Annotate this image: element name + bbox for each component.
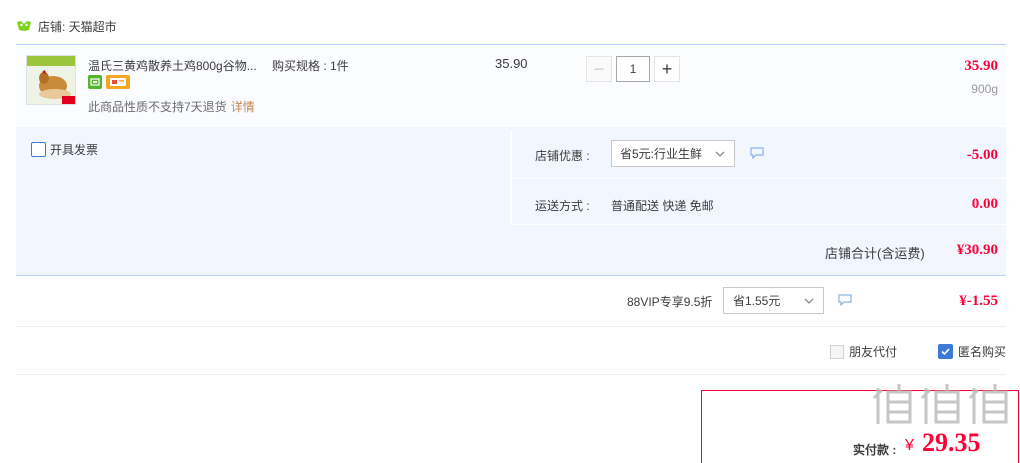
row-divider <box>512 224 1006 225</box>
item-weight: 900g <box>971 82 998 96</box>
quantity-stepper: − 1 + <box>586 56 680 82</box>
tmall-store-icon <box>16 20 32 32</box>
chevron-down-icon <box>804 298 814 304</box>
details-link[interactable]: 详情 <box>231 100 255 114</box>
vip-discount-row <box>16 277 1006 327</box>
item-spec: 购买规格 : 1件 <box>272 59 349 73</box>
card-badge-icon <box>106 75 130 89</box>
check-icon <box>941 348 950 356</box>
site-watermark-logo <box>870 380 1020 460</box>
invoice-checkbox[interactable] <box>31 142 46 157</box>
vip-discount-value: 省1.55元 <box>733 294 781 308</box>
store-header: 店铺: 天猫超市 <box>16 14 117 38</box>
anonymous-label: 匿名购买 <box>958 345 1007 359</box>
product-thumbnail[interactable] <box>26 55 76 105</box>
invoice-label: 开具发票 <box>50 143 99 157</box>
store-coupon-select[interactable]: 省5元:行业生鲜 <box>611 140 735 167</box>
store-coupon-value: 省5元:行业生鲜 <box>620 147 703 161</box>
item-badges <box>88 75 130 89</box>
friend-pay-checkbox[interactable] <box>830 344 844 359</box>
shipping-label: 运送方式 : <box>535 199 590 213</box>
vip-discount-amount: ¥-1.55 <box>959 293 998 309</box>
panel-divider <box>510 130 512 224</box>
friend-pay-option[interactable]: 朋友代付 <box>830 343 897 360</box>
item-subtotal: 35.90 <box>964 58 998 74</box>
quantity-input[interactable]: 1 <box>616 56 650 82</box>
store-total-label: 店铺合计(含运费) <box>825 246 925 261</box>
item-title[interactable]: 温氏三黄鸡散养土鸡800g谷物... <box>88 57 257 74</box>
store-total-amount: ¥30.90 <box>956 242 998 258</box>
service-badge-icon <box>88 75 102 89</box>
store-name[interactable]: 店铺: 天猫超市 <box>38 18 117 35</box>
chevron-down-icon <box>715 151 725 157</box>
row-divider <box>512 178 1006 179</box>
vip-label: 88VIP专享9.5折 <box>627 295 713 309</box>
increase-quantity-button[interactable]: + <box>654 56 680 82</box>
anonymous-purchase-option[interactable]: 匿名购买 <box>938 343 1006 360</box>
store-coupon-amount: -5.00 <box>966 147 998 163</box>
vip-discount-select[interactable]: 省1.55元 <box>723 287 824 314</box>
shipping-fee: 0.00 <box>971 196 998 212</box>
store-coupon-label: 店铺优惠 : <box>535 149 590 163</box>
return-policy-note: 此商品性质不支持7天退货 详情 <box>88 98 255 115</box>
message-icon[interactable] <box>838 294 852 309</box>
shipping-method: 普通配送 快递 免邮 <box>611 199 714 213</box>
anonymous-checkbox[interactable] <box>938 344 953 359</box>
unit-price: 35.90 <box>495 56 528 71</box>
return-policy-text: 此商品性质不支持7天退货 <box>88 100 227 114</box>
message-icon[interactable] <box>750 147 764 162</box>
decrease-quantity-button[interactable]: − <box>586 56 612 82</box>
friend-pay-label: 朋友代付 <box>849 345 898 359</box>
invoice-option[interactable]: 开具发票 <box>31 141 98 158</box>
